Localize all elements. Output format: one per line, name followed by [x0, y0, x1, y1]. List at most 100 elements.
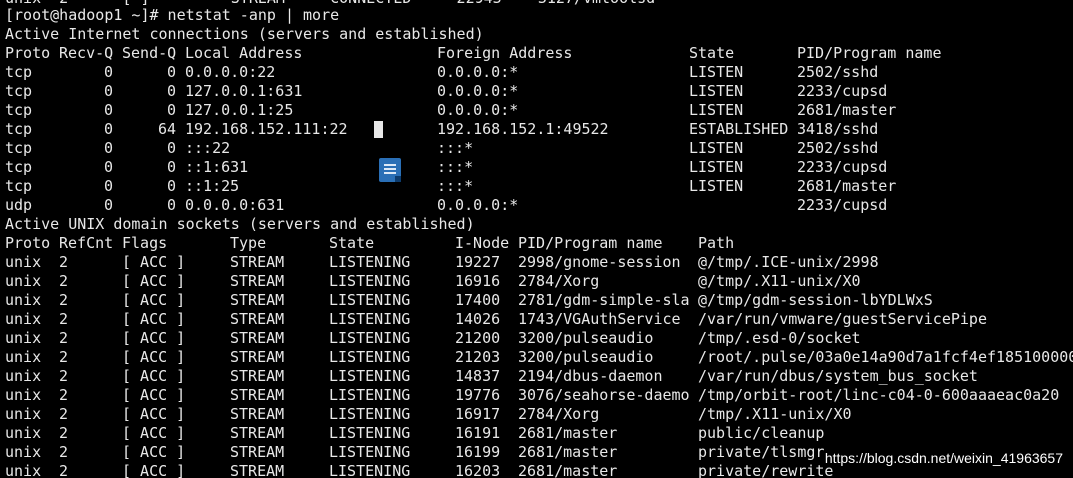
cell-foreign-address: 0.0.0.0:*: [437, 82, 519, 100]
cell-flags: [ ACC ]: [122, 367, 186, 385]
cell-flags: [ ACC ]: [122, 329, 186, 347]
cell-foreign-address: :::*: [437, 139, 474, 157]
cell-pid-program: 2681/master: [518, 443, 618, 461]
cell-path: private/rewrite: [698, 462, 834, 478]
cell-foreign-address: :::*: [437, 177, 474, 195]
note-icon[interactable]: [379, 158, 401, 182]
cell-state: LISTEN: [689, 158, 744, 176]
cell-refcnt: 2: [59, 272, 69, 290]
cell-state: LISTEN: [689, 177, 744, 195]
cell-path: public/cleanup: [698, 424, 825, 442]
cell-inode: 16917: [455, 405, 501, 423]
header-state: State: [329, 234, 375, 252]
header-refcnt: RefCnt: [59, 234, 114, 252]
cell-refcnt: 2: [59, 367, 69, 385]
cell-proto: tcp: [5, 82, 33, 100]
cell-state: LISTENING: [329, 405, 411, 423]
cell-type: STREAM: [230, 443, 285, 461]
header-path: Path: [698, 234, 735, 252]
cell-state: LISTENING: [329, 272, 411, 290]
cell-type: STREAM: [230, 291, 285, 309]
header-inode: I-Node: [455, 234, 510, 252]
cell-recv-q: 0: [104, 196, 114, 214]
prompt-line: [root@hadoop1 ~]# netstat -anp | more: [5, 6, 340, 24]
cell-flags: [ ACC ]: [122, 310, 186, 328]
cell-refcnt: 2: [59, 462, 69, 478]
cell-path: /tmp/.X11-unix/X0: [698, 405, 852, 423]
header-pid-program: PID/Program name: [518, 234, 663, 252]
cell-path: /root/.pulse/03a0e14a90d7a1fcf4ef1851000…: [698, 348, 1073, 366]
cell-path: /tmp/orbit-root/linc-c04-0-600aaaeac0a20: [698, 386, 1060, 404]
cell-refcnt: 2: [59, 424, 69, 442]
cell-foreign-address: 0.0.0.0:*: [437, 196, 519, 214]
cell-proto: unix: [5, 462, 42, 478]
cell-pid-program: 2502/sshd: [797, 63, 879, 81]
cell-pid-program: 2681/master: [797, 177, 897, 195]
cell-state: LISTENING: [329, 310, 411, 328]
cell-foreign-address: 192.168.152.1:49522: [437, 120, 609, 138]
cell-state: LISTEN: [689, 63, 744, 81]
header-state: State: [689, 44, 735, 62]
cell-pid-program: 2784/Xorg: [518, 405, 600, 423]
cell-state: LISTENING: [329, 386, 411, 404]
cell-state: LISTENING: [329, 367, 411, 385]
cell-proto: unix: [5, 272, 42, 290]
cell-pid-program: 2681/master: [518, 424, 618, 442]
cell-inode: 21203: [455, 348, 501, 366]
inet-header-row: Proto Recv-Q Send-Q Local Address Foreig…: [5, 44, 942, 63]
cell-path: @/tmp/.ICE-unix/2998: [698, 253, 879, 271]
cell-recv-q: 0: [104, 101, 114, 119]
cell-inode: 14837: [455, 367, 501, 385]
cell-proto: unix: [5, 443, 42, 461]
cell-state: LISTENING: [329, 443, 411, 461]
terminal-window[interactable]: unix 2 [ ] STREAM CONNECTED 22943 3127/v…: [0, 0, 1073, 478]
cell-proto: unix: [5, 386, 42, 404]
cell-proto: tcp: [5, 139, 33, 157]
cell-refcnt: 2: [59, 386, 69, 404]
cell-proto: unix: [5, 253, 42, 271]
cell-recv-q: 0: [104, 120, 114, 138]
cell-type: STREAM: [230, 405, 285, 423]
cell-flags: [ ACC ]: [122, 386, 186, 404]
cell-send-q: 0: [166, 158, 176, 176]
cell-proto: unix: [5, 424, 42, 442]
cell-pid-program: 2233/cupsd: [797, 196, 888, 214]
cell-recv-q: 0: [104, 82, 114, 100]
cell-refcnt: 2: [59, 443, 69, 461]
cell-recv-q: 0: [104, 63, 114, 81]
header-local-address: Local Address: [185, 44, 303, 62]
cell-refcnt: 2: [59, 329, 69, 347]
cell-inode: 19227: [455, 253, 501, 271]
cell-state: ESTABLISHED: [689, 120, 789, 138]
cell-send-q: 0: [166, 101, 176, 119]
cell-pid-program: 3200/pulseaudio: [518, 329, 654, 347]
cell-pid-program: 2233/cupsd: [797, 82, 888, 100]
cell-inode: 16203: [455, 462, 501, 478]
cell-send-q: 0: [166, 63, 176, 81]
cell-flags: [ ACC ]: [122, 272, 186, 290]
cell-local-address: :::22: [185, 139, 231, 157]
cell-pid-program: 2681/master: [797, 101, 897, 119]
header-recv-q: Recv-Q: [59, 44, 114, 62]
cell-pid-program: 2194/dbus-daemon: [518, 367, 663, 385]
cell-pid-program: 2998/gnome-session: [518, 253, 681, 271]
cell-state: LISTENING: [329, 291, 411, 309]
header-send-q: Send-Q: [122, 44, 177, 62]
header-proto: Proto: [5, 44, 51, 62]
cell-proto: unix: [5, 405, 42, 423]
cell-path: @/tmp/gdm-session-lbYDLWxS: [698, 291, 933, 309]
header-foreign-address: Foreign Address: [437, 44, 573, 62]
cell-refcnt: 2: [59, 405, 69, 423]
cell-flags: [ ACC ]: [122, 424, 186, 442]
cell-send-q: 0: [166, 139, 176, 157]
cell-type: STREAM: [230, 386, 285, 404]
cell-local-address: ::1:631: [185, 158, 249, 176]
cell-proto: tcp: [5, 120, 33, 138]
header-type: Type: [230, 234, 267, 252]
watermark: https://blog.csdn.net/weixin_41963657: [824, 450, 1063, 466]
cell-foreign-address: 0.0.0.0:*: [437, 63, 519, 81]
cell-pid-program: 2233/cupsd: [797, 158, 888, 176]
cell-type: STREAM: [230, 310, 285, 328]
cell-proto: tcp: [5, 177, 33, 195]
cell-proto: udp: [5, 196, 33, 214]
